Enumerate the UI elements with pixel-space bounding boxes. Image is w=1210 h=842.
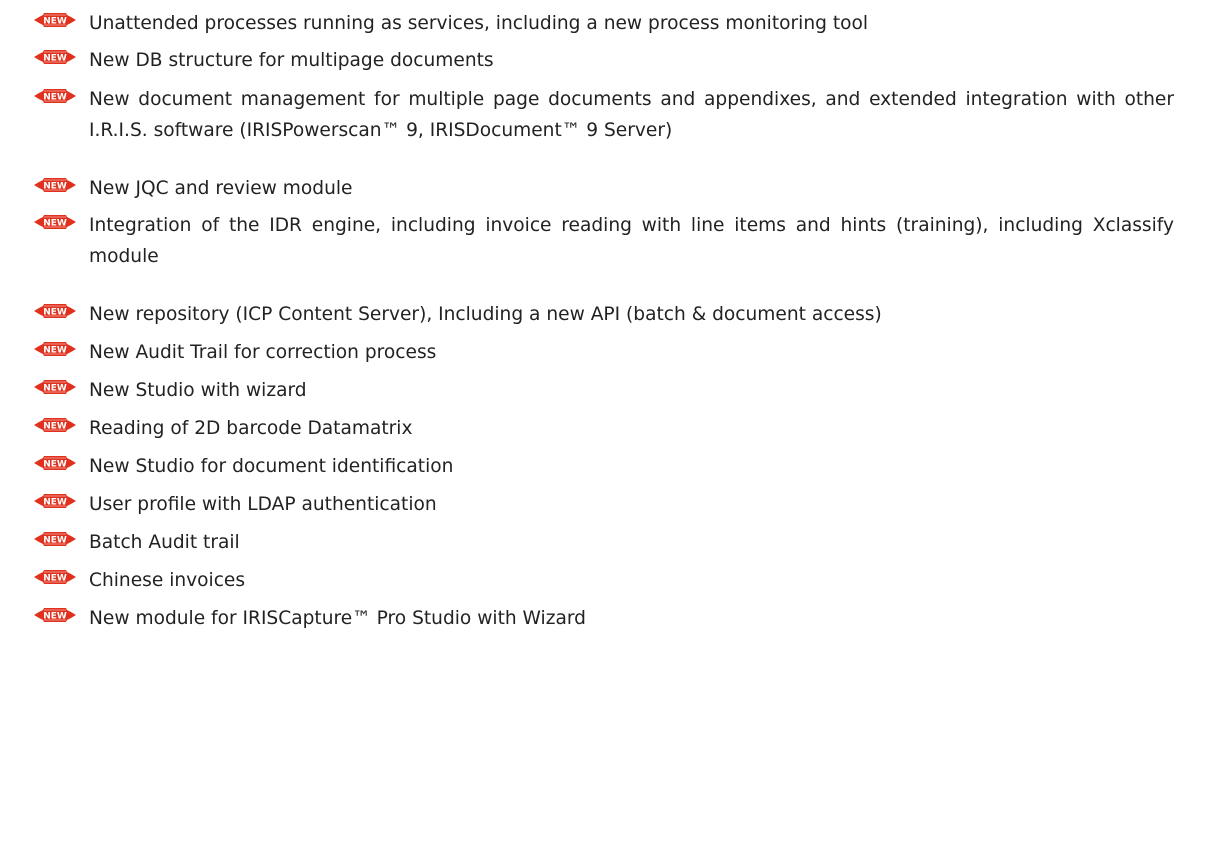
list-item: NEW Reading of 2D barcode Datamatrix xyxy=(34,413,1174,444)
new-badge-icon: NEW xyxy=(34,13,76,27)
new-badge-icon: NEW xyxy=(34,89,76,103)
new-badge-label: NEW xyxy=(43,384,67,394)
feature-text: New repository (ICP Content Server), Inc… xyxy=(89,304,882,325)
new-badge-icon: NEW xyxy=(34,532,76,546)
new-badge-icon: NEW xyxy=(34,215,76,229)
new-badge-label: NEW xyxy=(43,17,67,27)
new-badge-label: NEW xyxy=(43,346,67,356)
new-badge-label: NEW xyxy=(43,182,67,192)
new-badge-label: NEW xyxy=(43,93,67,103)
new-badge-icon: NEW xyxy=(34,50,76,64)
new-badge-icon: NEW xyxy=(34,570,76,584)
new-badge-label: NEW xyxy=(43,219,67,229)
list-item: NEW New module for IRISCapture™ Pro Stud… xyxy=(34,603,1174,634)
new-badge-icon: NEW xyxy=(34,608,76,622)
feature-text: Unattended processes running as services… xyxy=(89,13,869,34)
new-badge-label: NEW xyxy=(43,536,67,546)
feature-text: New DB structure for multipage documents xyxy=(89,50,494,71)
feature-text: New document management for multiple pag… xyxy=(89,89,1174,141)
new-badge-label: NEW xyxy=(43,498,67,508)
feature-text: New module for IRISCapture™ Pro Studio w… xyxy=(89,608,586,629)
new-badge-label: NEW xyxy=(43,54,67,64)
new-badge-icon: NEW xyxy=(34,304,76,318)
list-item: NEW New DB structure for multipage docum… xyxy=(34,45,1174,76)
new-badge-icon: NEW xyxy=(34,380,76,394)
list-item: NEW Integration of the IDR engine, inclu… xyxy=(34,210,1174,272)
list-item: NEW New repository (ICP Content Server),… xyxy=(34,299,1174,330)
feature-text: Chinese invoices xyxy=(89,570,246,591)
list-item: NEW New Audit Trail for correction proce… xyxy=(34,337,1174,368)
new-badge-label: NEW xyxy=(43,422,67,432)
feature-text: User profile with LDAP authentication xyxy=(89,494,437,515)
feature-text: New JQC and review module xyxy=(89,178,353,199)
list-item: NEW Batch Audit trail xyxy=(34,527,1174,558)
list-item: NEW Chinese invoices xyxy=(34,565,1174,596)
new-badge-label: NEW xyxy=(43,308,67,318)
new-badge-icon: NEW xyxy=(34,342,76,356)
new-badge-icon: NEW xyxy=(34,494,76,508)
new-badge-icon: NEW xyxy=(34,178,76,192)
list-item: NEW New JQC and review module xyxy=(34,173,1174,204)
new-badge-label: NEW xyxy=(43,574,67,584)
feature-text: New Studio for document identification xyxy=(89,456,454,477)
feature-text: Integration of the IDR engine, including… xyxy=(89,215,1174,267)
list-item: NEW New Studio with wizard xyxy=(34,375,1174,406)
list-item: NEW New Studio for document identificati… xyxy=(34,451,1174,482)
new-badge-icon: NEW xyxy=(34,456,76,470)
feature-text: Batch Audit trail xyxy=(89,532,240,553)
new-badge-label: NEW xyxy=(43,612,67,622)
feature-text: New Studio with wizard xyxy=(89,380,307,401)
new-badge-icon: NEW xyxy=(34,418,76,432)
list-item: NEW Unattended processes running as serv… xyxy=(34,8,1174,39)
feature-text: Reading of 2D barcode Datamatrix xyxy=(89,418,413,439)
list-item: NEW New document management for multiple… xyxy=(34,84,1174,146)
feature-text: New Audit Trail for correction process xyxy=(89,342,437,363)
list-item: NEW User profile with LDAP authenticatio… xyxy=(34,489,1174,520)
new-badge-label: NEW xyxy=(43,460,67,470)
